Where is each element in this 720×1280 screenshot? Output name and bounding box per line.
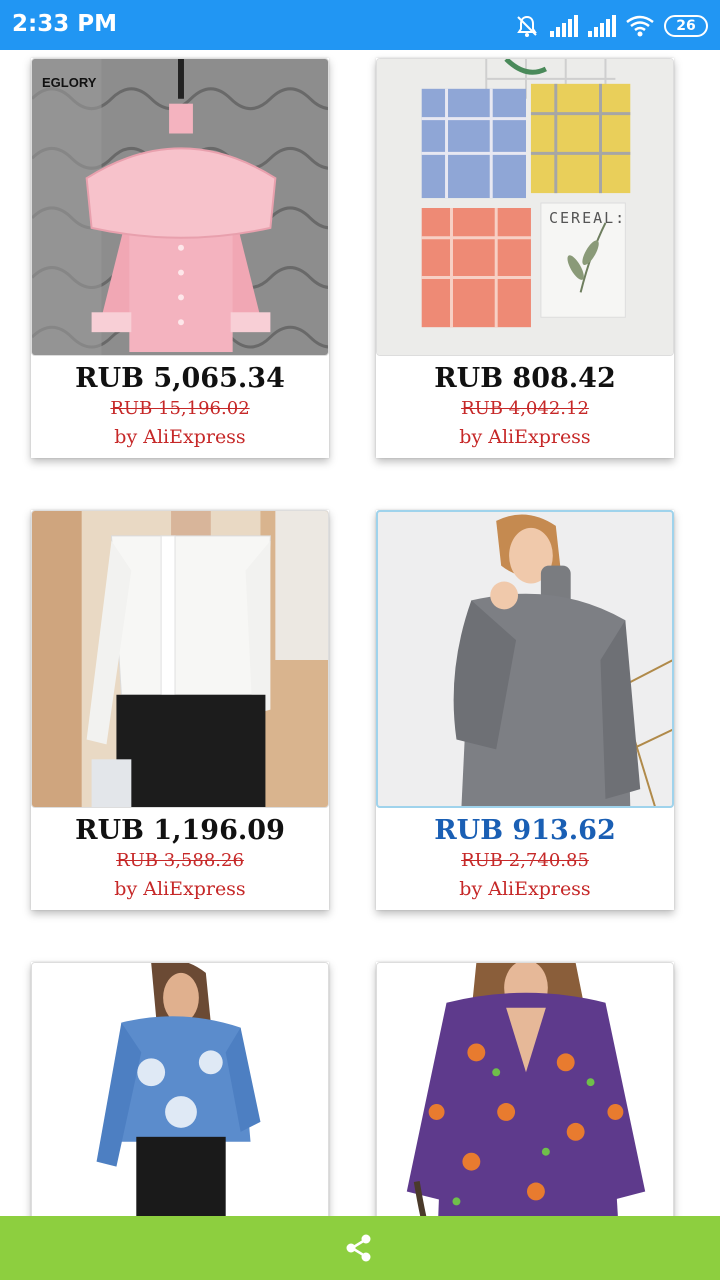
- product-image-denim-tie-dye-shirt[interactable]: [31, 962, 329, 1216]
- share-icon[interactable]: [343, 1232, 375, 1264]
- muted-bell-icon: [514, 13, 540, 39]
- product-card[interactable]: [376, 962, 674, 1216]
- product-image-gray-turtleneck[interactable]: [376, 510, 674, 808]
- product-card[interactable]: EGLORY RUB 5,065.34 RUB 15,196.02 by Ali…: [31, 58, 329, 458]
- product-seller: by AliExpress: [114, 878, 246, 900]
- product-image-purple-sloth-print-blouse[interactable]: [376, 962, 674, 1216]
- product-price: RUB 1,196.09: [75, 815, 285, 846]
- signal-icon: [588, 15, 616, 37]
- product-price: RUB 808.42: [434, 363, 616, 394]
- product-card[interactable]: RUB 1,196.09 RUB 3,588.26 by AliExpress: [31, 510, 329, 910]
- image-watermark: EGLORY: [42, 75, 97, 90]
- bottom-bar: [0, 1216, 720, 1280]
- product-image-white-blouse[interactable]: [31, 510, 329, 808]
- product-price: RUB 913.62: [434, 815, 616, 846]
- product-seller: by AliExpress: [114, 426, 246, 448]
- status-icons: 26: [514, 12, 708, 40]
- product-seller: by AliExpress: [459, 426, 591, 448]
- product-card[interactable]: [31, 962, 329, 1216]
- status-time: 2:33 PM: [12, 11, 117, 37]
- wifi-icon: [626, 15, 654, 37]
- status-bar: 2:33 PM 26: [0, 0, 720, 50]
- image-text-cereal: CEREAL:: [549, 209, 627, 227]
- product-grid: EGLORY RUB 5,065.34 RUB 15,196.02 by Ali…: [0, 50, 720, 1216]
- product-old-price: RUB 3,588.26: [116, 850, 244, 871]
- product-card[interactable]: CEREAL: RUB 808.42 RUB 4,042.12 by AliEx…: [376, 58, 674, 458]
- product-old-price: RUB 15,196.02: [110, 398, 250, 419]
- battery-icon: 26: [664, 15, 708, 37]
- product-image-pink-ruffle-blouse[interactable]: EGLORY: [31, 58, 329, 356]
- product-card-selected[interactable]: RUB 913.62 RUB 2,740.85 by AliExpress: [376, 510, 674, 910]
- product-seller: by AliExpress: [459, 878, 591, 900]
- product-image-plaid-shirts[interactable]: CEREAL:: [376, 58, 674, 356]
- product-price: RUB 5,065.34: [75, 363, 285, 394]
- product-old-price: RUB 2,740.85: [461, 850, 589, 871]
- signal-icon: [550, 15, 578, 37]
- product-old-price: RUB 4,042.12: [461, 398, 589, 419]
